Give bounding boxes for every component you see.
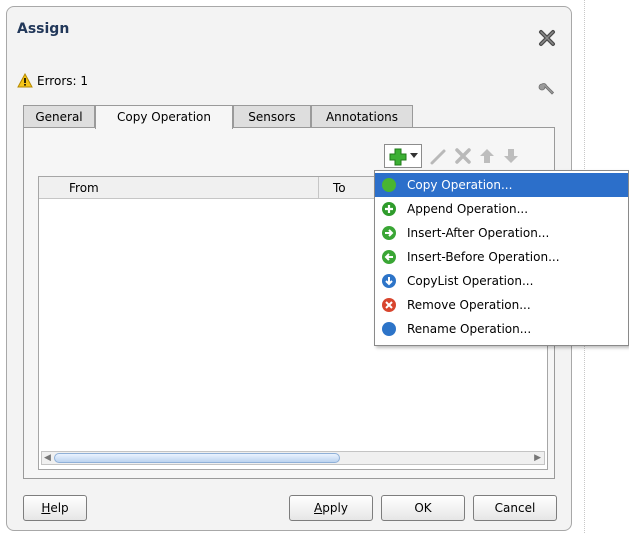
move-down-icon[interactable] bbox=[500, 145, 522, 167]
arrow-left-circle-icon bbox=[382, 250, 396, 264]
dropdown-arrow-icon bbox=[410, 153, 418, 158]
menu-item-label: Append Operation... bbox=[407, 202, 529, 216]
errors-indicator[interactable]: Errors: 1 bbox=[17, 73, 88, 88]
tab-sensors[interactable]: Sensors bbox=[233, 105, 311, 127]
warning-icon bbox=[17, 73, 33, 88]
menu-item-copy-operation[interactable]: Copy Operation... bbox=[375, 173, 628, 197]
ok-button[interactable]: OK bbox=[381, 495, 465, 521]
menu-item-copylist-operation[interactable]: CopyList Operation... bbox=[375, 269, 628, 293]
tab-label: Annotations bbox=[325, 110, 399, 124]
column-header-from[interactable]: From bbox=[55, 177, 319, 199]
menu-item-label: Remove Operation... bbox=[407, 298, 531, 312]
blue-circle-icon bbox=[382, 322, 396, 336]
tab-label: General bbox=[35, 110, 83, 124]
menu-item-label: CopyList Operation... bbox=[407, 274, 534, 288]
menu-item-rename-operation[interactable]: Rename Operation... bbox=[375, 317, 628, 341]
plus-circle-icon bbox=[382, 202, 396, 216]
add-operation-menu: Copy Operation... Append Operation... In… bbox=[374, 170, 629, 346]
cancel-label: Cancel bbox=[494, 501, 536, 515]
tab-copy-operation[interactable]: Copy Operation bbox=[95, 105, 233, 129]
help-label-rest: elp bbox=[50, 501, 69, 515]
close-icon[interactable] bbox=[538, 29, 556, 47]
menu-item-label: Insert-Before Operation... bbox=[407, 250, 560, 264]
apply-label-rest: pply bbox=[322, 501, 348, 515]
cancel-button[interactable]: Cancel bbox=[473, 495, 557, 521]
errors-label: Errors: 1 bbox=[37, 73, 88, 88]
menu-item-append-operation[interactable]: Append Operation... bbox=[375, 197, 628, 221]
help-mnemonic: H bbox=[41, 501, 51, 515]
scrollbar-thumb[interactable] bbox=[54, 453, 340, 463]
tab-annotations[interactable]: Annotations bbox=[311, 105, 413, 127]
green-circle-icon bbox=[382, 178, 396, 192]
tab-label: Copy Operation bbox=[117, 110, 211, 124]
horizontal-scrollbar[interactable]: ◀ ▶ bbox=[41, 451, 545, 465]
add-operation-button[interactable] bbox=[384, 144, 422, 168]
menu-item-label: Insert-After Operation... bbox=[407, 226, 550, 240]
move-up-icon[interactable] bbox=[476, 145, 498, 167]
wrench-icon[interactable] bbox=[538, 81, 556, 99]
arrow-right-circle-icon bbox=[382, 226, 396, 240]
scroll-left-icon[interactable]: ◀ bbox=[44, 453, 51, 463]
help-button[interactable]: Help bbox=[23, 495, 87, 521]
tab-general[interactable]: General bbox=[23, 105, 95, 127]
dialog-title: Assign bbox=[17, 21, 70, 37]
edit-pencil-icon[interactable] bbox=[428, 145, 450, 167]
ok-label: OK bbox=[414, 501, 432, 515]
menu-item-insert-after-operation[interactable]: Insert-After Operation... bbox=[375, 221, 628, 245]
arrow-down-circle-icon bbox=[382, 274, 396, 288]
green-plus-icon bbox=[389, 148, 407, 166]
tab-label: Sensors bbox=[248, 110, 296, 124]
menu-item-label: Rename Operation... bbox=[407, 322, 532, 336]
apply-button[interactable]: Apply bbox=[289, 495, 373, 521]
menu-item-label: Copy Operation... bbox=[407, 178, 513, 192]
menu-item-insert-before-operation[interactable]: Insert-Before Operation... bbox=[375, 245, 628, 269]
scroll-right-icon[interactable]: ▶ bbox=[534, 453, 541, 463]
delete-icon[interactable] bbox=[452, 145, 474, 167]
menu-item-remove-operation[interactable]: Remove Operation... bbox=[375, 293, 628, 317]
x-circle-icon bbox=[382, 298, 396, 312]
